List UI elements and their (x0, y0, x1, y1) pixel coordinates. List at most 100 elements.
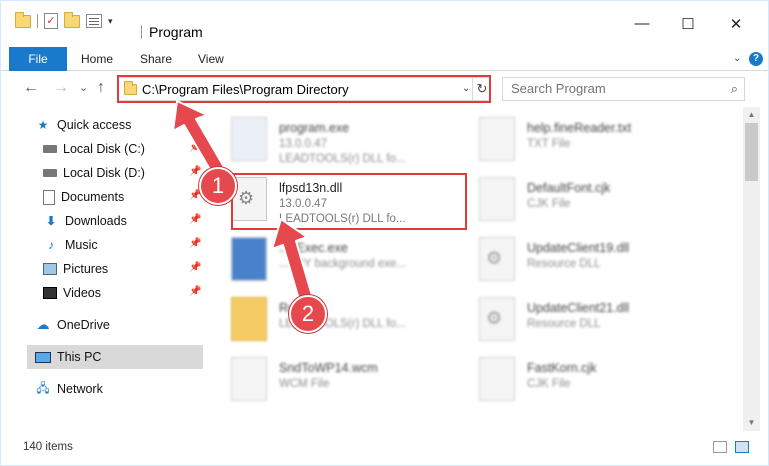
pin-icon[interactable]: 📌 (189, 166, 201, 177)
sidebar-item-label: Local Disk (C:) (63, 142, 145, 156)
search-input[interactable] (511, 81, 711, 96)
status-bar: 140 items (1, 435, 768, 459)
sidebar-item-documents[interactable]: Documents 📌 (43, 185, 207, 209)
file-icon (479, 177, 515, 221)
sidebar-item-network[interactable]: 🖧 Network (35, 377, 207, 401)
tab-view[interactable]: View (198, 47, 224, 71)
expand-ribbon-chevron-icon[interactable]: ⌄ (733, 53, 741, 64)
sidebar-item-downloads[interactable]: ⬇ Downloads 📌 (43, 209, 207, 233)
file-name: help.fineReader.txt (527, 121, 632, 135)
list-item[interactable]: help.fineReader.txt TXT File (465, 113, 715, 169)
step-one-callout: 1 (199, 167, 237, 205)
file-name: ...eExec.exe (279, 241, 348, 255)
maximize-button[interactable]: ☐ (665, 15, 711, 33)
search-box[interactable]: ⌕ (502, 77, 745, 101)
vertical-scrollbar[interactable]: ▲ ▼ (743, 107, 760, 431)
dll-file-icon (479, 297, 515, 341)
file-type: WCM File (279, 378, 330, 390)
sidebar-item-label: Quick access (57, 118, 132, 132)
tab-share[interactable]: Share (140, 47, 172, 71)
file-name: SndToWP14.wcm (279, 361, 378, 375)
help-icon[interactable]: ? (749, 52, 763, 66)
list-item[interactable]: SndToWP14.wcm WCM File (217, 353, 467, 409)
pin-icon[interactable]: 📌 (189, 286, 201, 297)
file-highlight-box (231, 173, 467, 230)
sidebar-item-local-disk-d[interactable]: Local Disk (D:) 📌 (43, 161, 207, 185)
sidebar-item-videos[interactable]: Videos 📌 (43, 281, 207, 305)
file-description: ...BBY background exe... (279, 258, 407, 270)
pin-icon[interactable]: 📌 (189, 214, 201, 225)
sidebar-item-quick-access[interactable]: ★ Quick access (35, 113, 207, 137)
title-bar: ✓ ▾ Program — ☐ ✕ (1, 1, 768, 41)
documents-icon (43, 189, 55, 205)
pictures-icon (43, 263, 57, 275)
disk-icon (43, 145, 57, 153)
folder-icon (231, 297, 267, 341)
properties-icon[interactable] (86, 14, 102, 28)
file-description: LEADTOOLS(r) DLL fo... (279, 153, 406, 165)
item-count: 140 items (23, 441, 73, 453)
details-view-icon[interactable] (713, 441, 727, 453)
forward-button[interactable]: → (53, 79, 69, 97)
file-name: UpdateClient21.dll (527, 301, 630, 315)
videos-icon (43, 287, 57, 299)
list-item[interactable]: program.exe 13.0.0.47 LEADTOOLS(r) DLL f… (217, 113, 467, 169)
scroll-thumb[interactable] (745, 123, 758, 181)
sidebar-item-label: Network (57, 382, 103, 396)
pin-icon[interactable]: 📌 (189, 262, 201, 273)
scroll-up-icon[interactable]: ▲ (743, 107, 760, 123)
properties-check-icon[interactable]: ✓ (44, 13, 58, 29)
tab-file[interactable]: File (9, 47, 67, 71)
sidebar-item-local-disk-c[interactable]: Local Disk (C:) 📌 (43, 137, 207, 161)
new-folder-icon[interactable] (64, 11, 80, 28)
file-type: TXT File (527, 138, 571, 150)
step-two-callout: 2 (289, 295, 327, 333)
file-name: DefaultFont.cjk (527, 181, 611, 195)
disk-icon (43, 169, 57, 177)
recent-locations-chevron-icon[interactable]: ⌄ (79, 81, 88, 94)
file-name: UpdateClient19.dll (527, 241, 630, 255)
pin-icon[interactable]: 📌 (189, 238, 201, 249)
file-type: CJK File (527, 378, 571, 390)
music-icon: ♪ (48, 238, 54, 252)
navigation-pane: ★ Quick access Local Disk (C:) 📌 Local D… (1, 109, 211, 429)
sidebar-item-label: Videos (63, 286, 101, 300)
file-version: 13.0.0.47 (279, 138, 327, 150)
dll-file-icon (479, 237, 515, 281)
up-button[interactable]: ↑ (97, 79, 105, 97)
address-highlight-box (117, 75, 491, 103)
cloud-icon: ☁ (36, 317, 50, 332)
exe-file-icon (231, 237, 267, 281)
large-icons-view-icon[interactable] (735, 441, 749, 453)
file-type: Resource DLL (527, 318, 601, 330)
close-button[interactable]: ✕ (713, 15, 759, 33)
file-type: CJK File (527, 198, 571, 210)
search-icon[interactable]: ⌕ (731, 81, 738, 97)
star-icon: ★ (37, 118, 49, 132)
list-item[interactable]: FastKorn.cjk CJK File (465, 353, 715, 409)
minimize-button[interactable]: — (619, 15, 665, 32)
toolbar-separator (37, 14, 38, 28)
sidebar-item-label: Local Disk (D:) (63, 166, 145, 180)
sidebar-item-pictures[interactable]: Pictures 📌 (43, 257, 207, 281)
back-button[interactable]: ← (23, 79, 39, 97)
window-title: Program (149, 24, 203, 40)
quick-access-toolbar: ✓ ▾ (15, 11, 113, 29)
scroll-down-icon[interactable]: ▼ (743, 415, 760, 431)
sidebar-item-music[interactable]: ♪ Music 📌 (43, 233, 207, 257)
folder-icon (15, 11, 31, 28)
list-item[interactable]: ...eExec.exe ...BBY background exe... (217, 233, 467, 289)
text-file-icon (479, 117, 515, 161)
list-item[interactable]: UpdateClient21.dll Resource DLL (465, 293, 715, 349)
list-item[interactable]: DefaultFont.cjk CJK File (465, 173, 715, 229)
list-item[interactable]: UpdateClient19.dll Resource DLL (465, 233, 715, 289)
pin-icon[interactable]: 📌 (189, 142, 201, 153)
tab-home[interactable]: Home (81, 47, 113, 71)
sidebar-item-this-pc[interactable]: This PC (27, 345, 203, 369)
file-name: program.exe (279, 121, 350, 135)
sidebar-item-onedrive[interactable]: ☁ OneDrive (35, 313, 207, 337)
downloads-icon: ⬇ (45, 214, 57, 228)
customize-toolbar-chevron-icon[interactable]: ▾ (108, 16, 113, 27)
list-item[interactable]: Re...ce LEADTOOLS(r) DLL fo... (217, 293, 467, 349)
sidebar-item-label: OneDrive (57, 318, 110, 332)
